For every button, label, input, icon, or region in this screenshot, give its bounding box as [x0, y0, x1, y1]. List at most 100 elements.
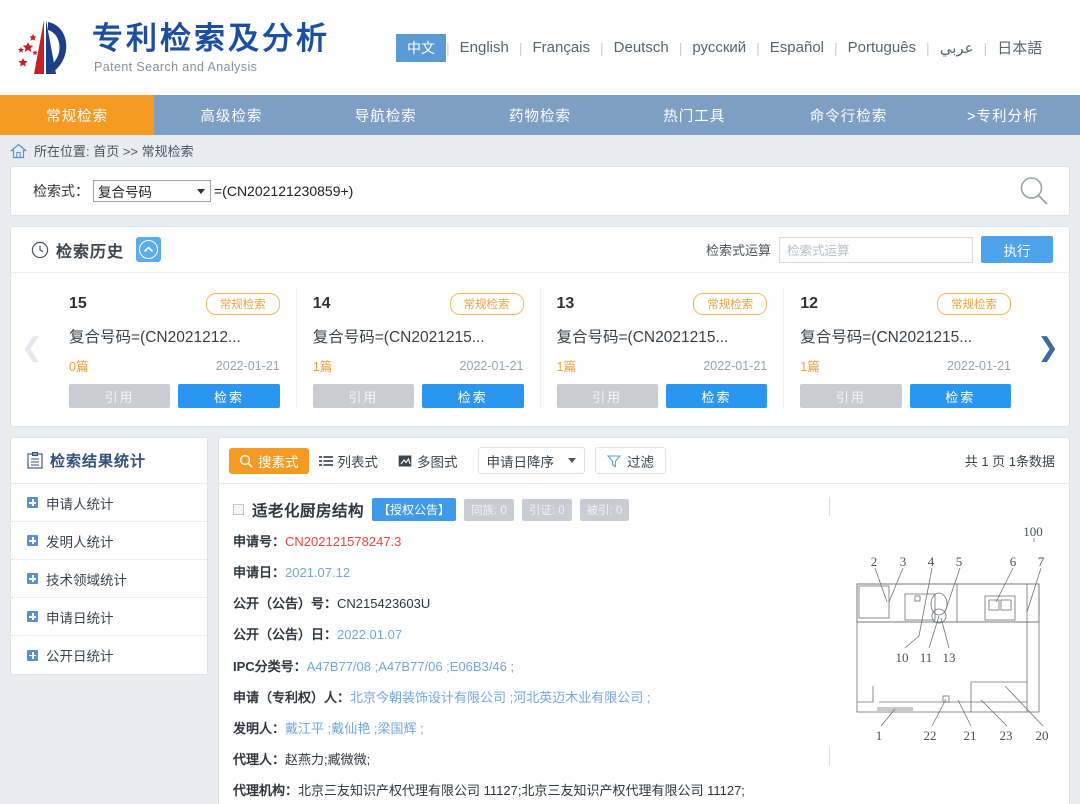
search-bar: 检索式： 复合号码 =(CN202121230859+) [11, 167, 1069, 215]
history-card-expression[interactable]: 复合号码=(CN2021212... [69, 325, 280, 347]
sidebar-item-3[interactable]: 申请日统计 [11, 598, 207, 636]
nav-item-1[interactable]: 高级检索 [154, 95, 308, 135]
result-title[interactable]: 适老化厨房结构 [252, 499, 364, 521]
search-button[interactable]: 检索 [665, 384, 768, 408]
sidebar-item-0[interactable]: 申请人统计 [11, 484, 207, 522]
funnel-icon [607, 454, 621, 468]
history-card-expression[interactable]: 复合号码=(CN2021215... [800, 325, 1011, 347]
language-option-6[interactable]: Português [838, 37, 926, 58]
svg-text:6: 6 [1010, 554, 1017, 569]
chevron-up-icon[interactable] [136, 237, 162, 262]
history-card-meta: 1篇 2022-01-21 [557, 356, 768, 375]
history-card-date: 2022-01-21 [703, 358, 768, 373]
history-card-date: 2022-01-21 [947, 358, 1011, 373]
history-card-tag: 常规检索 [937, 293, 1011, 315]
search-expression[interactable]: =(CN202121230859+) [214, 183, 353, 199]
nav-item-0[interactable]: 常规检索 [0, 95, 155, 135]
history-card-count: 1篇 [800, 360, 820, 374]
expression-operation-input[interactable]: 检索式运算 [779, 236, 973, 263]
expression-operation-label: 检索式运算 [705, 243, 771, 258]
result-details: 适老化厨房结构 【授权公告】 同族: 0 引证: 0 被引: 0 申请号：CN2… [233, 498, 821, 801]
result-field-value[interactable]: CN202121578247.3 [285, 534, 401, 549]
sort-select-value: 申请日降序 [486, 454, 555, 470]
cite-button[interactable]: 引用 [312, 384, 415, 408]
history-card-number: 15 [69, 295, 87, 312]
nav-item-3[interactable]: 药物检索 [463, 95, 617, 135]
result-field-value[interactable]: 北京今朝装饰设计有限公司 ;河北英迈木业有限公司 ; [350, 690, 650, 705]
search-history-panel: 检索历史 检索式运算 检索式运算 执行 ❮ 15 常规检索 复合号码=(CN2021… [10, 226, 1070, 427]
chevron-left-icon[interactable]: ❮ [11, 332, 53, 363]
nav-item-5[interactable]: 命令行检索 [771, 95, 925, 135]
svg-text:23: 23 [1000, 728, 1013, 743]
cite-button[interactable]: 引用 [556, 384, 658, 408]
execute-button[interactable]: 执行 [981, 236, 1053, 263]
language-option-7[interactable]: عربي [930, 37, 984, 59]
history-card-expression[interactable]: 复合号码=(CN2021215... [557, 325, 768, 347]
patent-logo-icon [10, 14, 82, 82]
nav-item-2[interactable]: 导航检索 [309, 95, 463, 135]
result-field-value: 赵燕力;臧微微; [285, 751, 371, 767]
language-option-1[interactable]: English [450, 37, 519, 58]
cite-button[interactable]: 引用 [800, 384, 902, 408]
status-badge-family[interactable]: 同族: 0 [464, 498, 514, 521]
nav-item-4[interactable]: 热门工具 [617, 95, 771, 135]
status-badge-cited[interactable]: 被引: 0 [579, 498, 630, 521]
history-card-tag: 常规检索 [449, 293, 524, 315]
history-card-meta: 1篇 2022-01-21 [800, 356, 1011, 375]
result-title-row: 适老化厨房结构 【授权公告】 同族: 0 引证: 0 被引: 0 [233, 498, 821, 521]
result-checkbox[interactable] [233, 504, 244, 515]
language-option-5[interactable]: Español [760, 37, 834, 58]
result-field-key: 代理人： [233, 751, 286, 767]
history-card-expression[interactable]: 复合号码=(CN2021215... [313, 325, 524, 347]
search-button[interactable]: 检索 [422, 384, 524, 408]
language-option-4[interactable]: русский [682, 37, 756, 58]
result-field-value[interactable]: 戴江平 ;戴仙艳 ;梁国辉 ; [285, 721, 424, 736]
view-mode-gallery-label: 多图式 [417, 454, 458, 470]
patent-figure[interactable]: 100 234 567 10 11 13 1 22 21 23 20 [829, 497, 1053, 766]
search-field-select[interactable]: 复合号码 [93, 180, 211, 202]
nav-item-6[interactable]: >专利分析 [926, 95, 1080, 135]
result-field-key: 申请（专利权）人： [233, 689, 351, 705]
language-option-8[interactable]: 日本語 [987, 35, 1052, 60]
chevron-right-icon[interactable]: ❯ [1027, 332, 1069, 363]
language-option-2[interactable]: Français [522, 37, 600, 58]
sidebar-title: 检索结果统计 [50, 453, 147, 470]
history-card: 15 常规检索复合号码=(CN2021212... 0篇 2022-01-21 引用 检索 [53, 287, 297, 408]
result-field-value[interactable]: A47B77/08 ;A47B77/06 ;E06B3/46 ; [307, 659, 514, 674]
view-mode-search-form[interactable]: 搜素式 [229, 447, 309, 474]
result-field: 申请（专利权）人：北京今朝装饰设计有限公司 ;河北英迈木业有限公司 ; [233, 688, 821, 708]
history-card: 13 常规检索 复合号码=(CN2021215... 1篇 2022-01-21 引用 检索 [541, 287, 785, 408]
language-option-3[interactable]: Deutsch [604, 37, 679, 58]
search-form-icon [239, 454, 253, 468]
history-card-count: 1篇 [556, 360, 576, 374]
clipboard-icon [27, 452, 43, 469]
result-field-key: IPC分类号： [233, 658, 307, 674]
svg-text:5: 5 [956, 554, 963, 569]
main-navigation: 常规检索 高级检索 导航检索 药物检索 热门工具 命令行检索 >专利分析 [0, 95, 1080, 135]
search-history-operations: 检索式运算 检索式运算 执行 [706, 236, 1053, 263]
search-icon[interactable] [1017, 174, 1051, 208]
svg-text:11: 11 [920, 650, 933, 665]
result-figure-area: 100 234 567 10 11 13 1 22 21 23 20 [821, 497, 1053, 801]
sidebar-item-2[interactable]: 技术领域统计 [11, 560, 207, 598]
history-card-top: 13 常规检索 [557, 293, 768, 315]
sidebar-item-4[interactable]: 公开日统计 [11, 636, 207, 674]
sidebar-item-list: 申请人统计 发明人统计 技术领域统计 申请日统计 公开日统计 [11, 484, 207, 674]
search-button[interactable]: 检索 [178, 384, 280, 408]
sort-select[interactable]: 申请日降序 [477, 447, 585, 474]
result-field-value[interactable]: 2021.07.12 [285, 565, 350, 580]
history-card-tag: 常规检索 [205, 293, 280, 315]
language-option-0[interactable]: 中文 [396, 33, 446, 62]
filter-button[interactable]: 过滤 [595, 447, 666, 474]
status-badge-citing[interactable]: 引证: 0 [521, 498, 572, 521]
sidebar-item-1[interactable]: 发明人统计 [11, 522, 207, 560]
search-field-selected-value: 复合号码 [98, 185, 152, 200]
view-mode-list[interactable]: 列表式 [309, 448, 389, 474]
history-card-meta: 0篇 2022-01-21 [69, 356, 280, 375]
search-button[interactable]: 检索 [909, 384, 1011, 408]
view-mode-list-label: 列表式 [337, 454, 379, 470]
view-mode-gallery[interactable]: 多图式 [388, 448, 468, 474]
cite-button[interactable]: 引用 [69, 384, 171, 408]
result-field-value[interactable]: 2022.01.07 [337, 627, 402, 642]
result-field-key: 公开（公告）号： [233, 596, 338, 612]
